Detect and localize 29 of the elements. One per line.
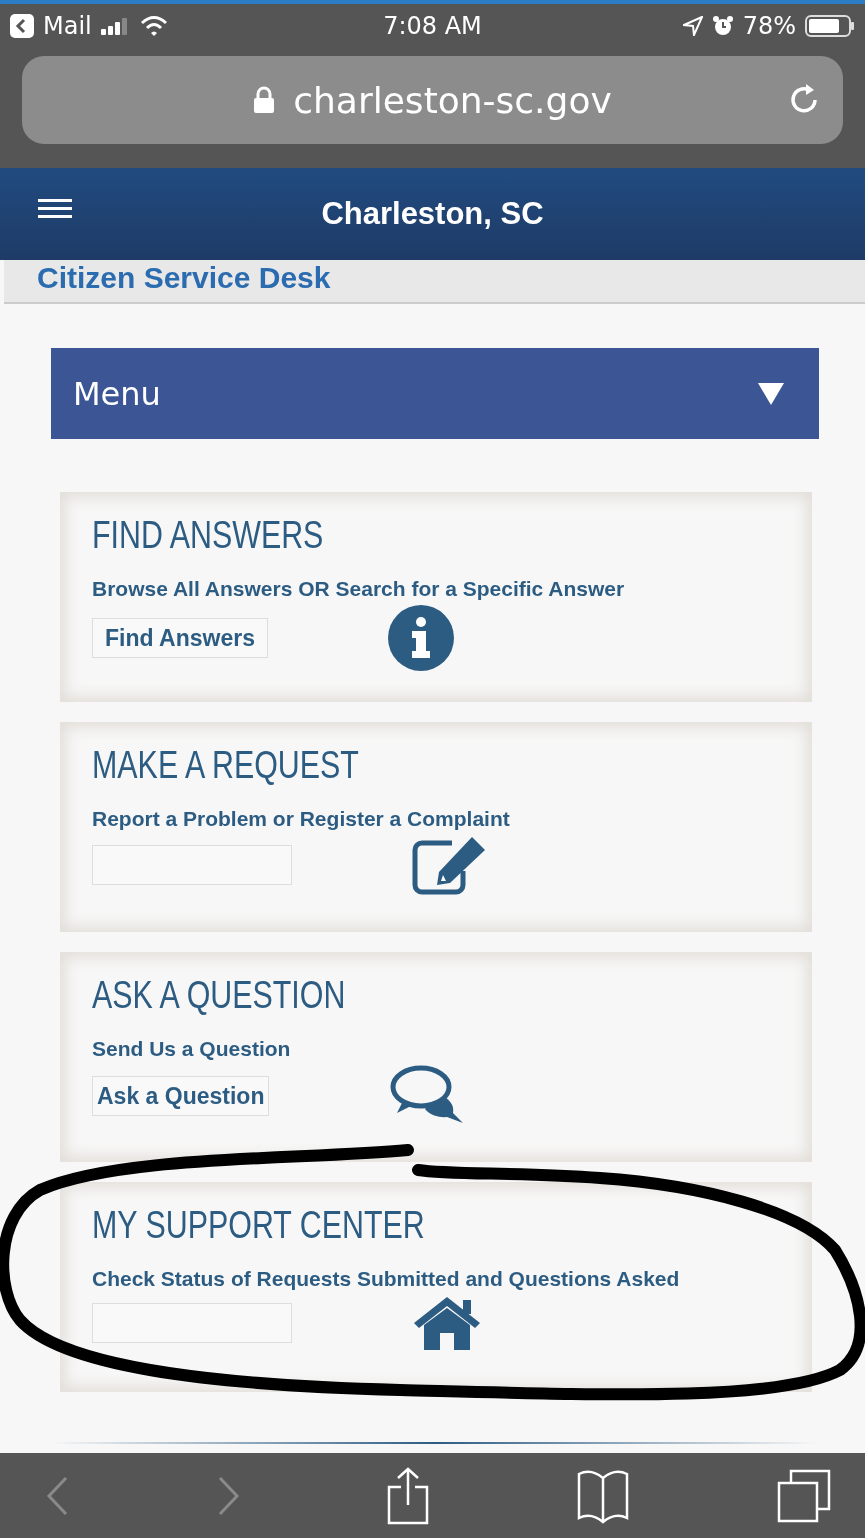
card-description: Send Us a Question <box>92 1037 292 1061</box>
url-text: charleston-sc.gov <box>293 79 612 121</box>
edit-icon[interactable] <box>412 835 488 895</box>
info-icon[interactable] <box>388 605 454 671</box>
site-title: Charleston, SC <box>321 196 544 232</box>
tabs-icon[interactable] <box>777 1468 831 1523</box>
menu-dropdown[interactable]: Menu <box>51 348 819 439</box>
card-link-button[interactable]: Ask a Question <box>92 1076 270 1116</box>
battery-icon <box>805 15 855 37</box>
card-heading: ASK A QUESTION <box>92 974 346 1017</box>
status-time: 7:08 AM <box>383 12 482 40</box>
card-description: Report a Problem or Register a Complaint <box>92 807 511 831</box>
menu-icon[interactable] <box>38 198 72 220</box>
share-icon[interactable] <box>386 1466 429 1525</box>
card-description: Browse All Answers OR Search for a Specific Answer <box>92 577 626 601</box>
location-arrow-icon <box>682 16 703 36</box>
card-heading: MY SUPPORT CENTER <box>92 1204 425 1247</box>
wifi-icon <box>139 15 168 37</box>
home-icon[interactable] <box>412 1295 482 1351</box>
alarm-clock-icon <box>711 15 734 37</box>
back-app-label[interactable]: Mail <box>43 12 92 40</box>
section-title: Citizen Service Desk <box>37 260 331 296</box>
dropdown-triangle-icon <box>757 381 785 406</box>
card-heading: FIND ANSWERS <box>92 514 324 557</box>
card-link-button[interactable]: Find Answers <box>92 618 268 658</box>
lock-icon <box>253 86 276 114</box>
card-heading: MAKE A REQUEST <box>92 744 359 787</box>
battery-percentage: 78% <box>742 12 796 40</box>
card-description: Check Status of Requests Submitted and Questions Asked <box>92 1267 681 1291</box>
